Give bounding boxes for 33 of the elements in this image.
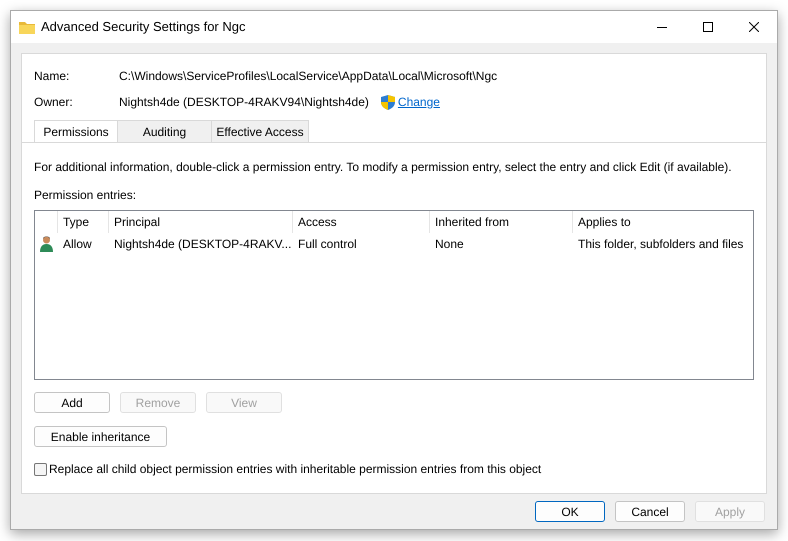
field-value: C:\Windows\ServiceProfiles\LocalService\AppData\Local\Microsoft\Ngc [119, 68, 498, 85]
enable-inheritance-button[interactable]: Enable inheritance [34, 426, 167, 447]
checkbox[interactable] [34, 462, 47, 476]
tab[interactable]: Permissions [34, 120, 118, 142]
button[interactable]: Add [34, 392, 110, 413]
table-cell-text: This folder, subfolders and files [577, 236, 744, 253]
maximize-icon [703, 22, 713, 32]
button[interactable]: OK [535, 501, 605, 522]
table-caption: Permission entries: [34, 187, 138, 204]
field-label: Name: [34, 68, 70, 85]
info-text: For additional information, double-click a permission entry. To modify a permission entry, select the entry and click Edit (if available). [34, 159, 733, 176]
column-header[interactable]: Applies to [572, 211, 753, 233]
close-icon [749, 22, 759, 32]
field-value: Nightsh4de (DESKTOP-4RAKV94\Nightsh4de) [119, 94, 369, 111]
column-header[interactable]: Inherited from [429, 211, 572, 233]
table-cell-text: Nightsh4de (DESKTOP-4RAKV... [113, 236, 292, 253]
tab[interactable]: Auditing [117, 120, 212, 142]
table-cell-text: Full control [297, 236, 358, 253]
folder-icon [19, 20, 35, 34]
user-icon [40, 236, 52, 252]
shield-icon [380, 94, 395, 110]
field-label: Owner: [34, 94, 74, 111]
table-cell-text: None [434, 236, 465, 253]
column-header[interactable]: Type [57, 211, 108, 233]
column-header[interactable]: Principal [108, 211, 292, 233]
tab[interactable]: Effective Access [211, 120, 309, 142]
column-header[interactable]: Access [292, 211, 429, 233]
change-link[interactable]: Change [398, 93, 440, 111]
minimize-icon [657, 26, 667, 28]
table-cell-text: Allow [62, 236, 93, 253]
button[interactable]: Cancel [615, 501, 685, 522]
checkbox-label: Replace all child object permission entries with inheritable permission entries from this object [49, 461, 542, 478]
window-title: Advanced Security Settings for Ngc [41, 18, 246, 36]
